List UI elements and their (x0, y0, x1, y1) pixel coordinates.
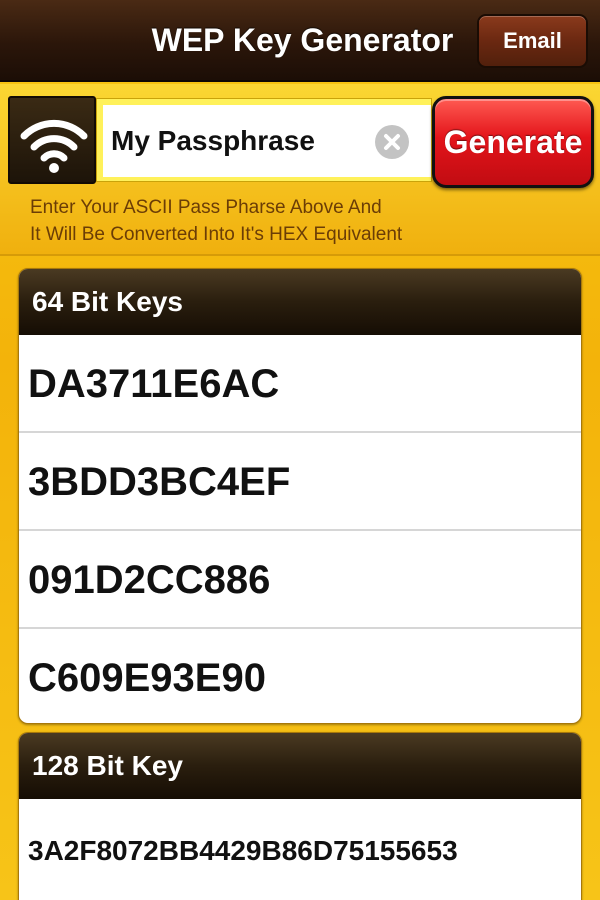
clear-button[interactable] (375, 125, 409, 159)
passphrase-value: My Passphrase (111, 125, 315, 156)
clear-icon (384, 134, 400, 150)
page-title: WEP Key Generator (151, 22, 454, 58)
keys-128-card: 128 Bit Key 3A2F8072BB4429B86D75155653 (18, 732, 582, 900)
passphrase-field-frame: My Passphrase (96, 98, 432, 182)
key-64-row-4[interactable]: C609E93E90 (19, 629, 581, 721)
generate-button[interactable]: Generate (432, 96, 594, 188)
instructions-text: Enter Your ASCII Pass Pharse Above And I… (30, 194, 500, 248)
key-128-row[interactable]: 3A2F8072BB4429B86D75155653 (19, 799, 581, 900)
nav-bar: WEP Key Generator Email (0, 0, 600, 82)
email-button[interactable]: Email (477, 14, 588, 68)
key-64-row-2[interactable]: 3BDD3BC4EF (19, 433, 581, 531)
wifi-badge (8, 96, 96, 184)
instructions-line-1: Enter Your ASCII Pass Pharse Above And (30, 197, 382, 218)
wifi-icon (20, 119, 88, 173)
keys-64-card: 64 Bit Keys DA3711E6AC 3BDD3BC4EF 091D2C… (18, 268, 582, 724)
passphrase-input[interactable]: My Passphrase (103, 105, 431, 177)
keys-128-header: 128 Bit Key (19, 733, 581, 799)
key-64-row-3[interactable]: 091D2CC886 (19, 531, 581, 629)
key-64-row-1[interactable]: DA3711E6AC (19, 335, 581, 433)
input-strip: My Passphrase Generate Enter Your ASCII … (0, 84, 600, 256)
instructions-line-2: It Will Be Converted Into It's HEX Equiv… (30, 224, 403, 245)
keys-64-header: 64 Bit Keys (19, 269, 581, 335)
